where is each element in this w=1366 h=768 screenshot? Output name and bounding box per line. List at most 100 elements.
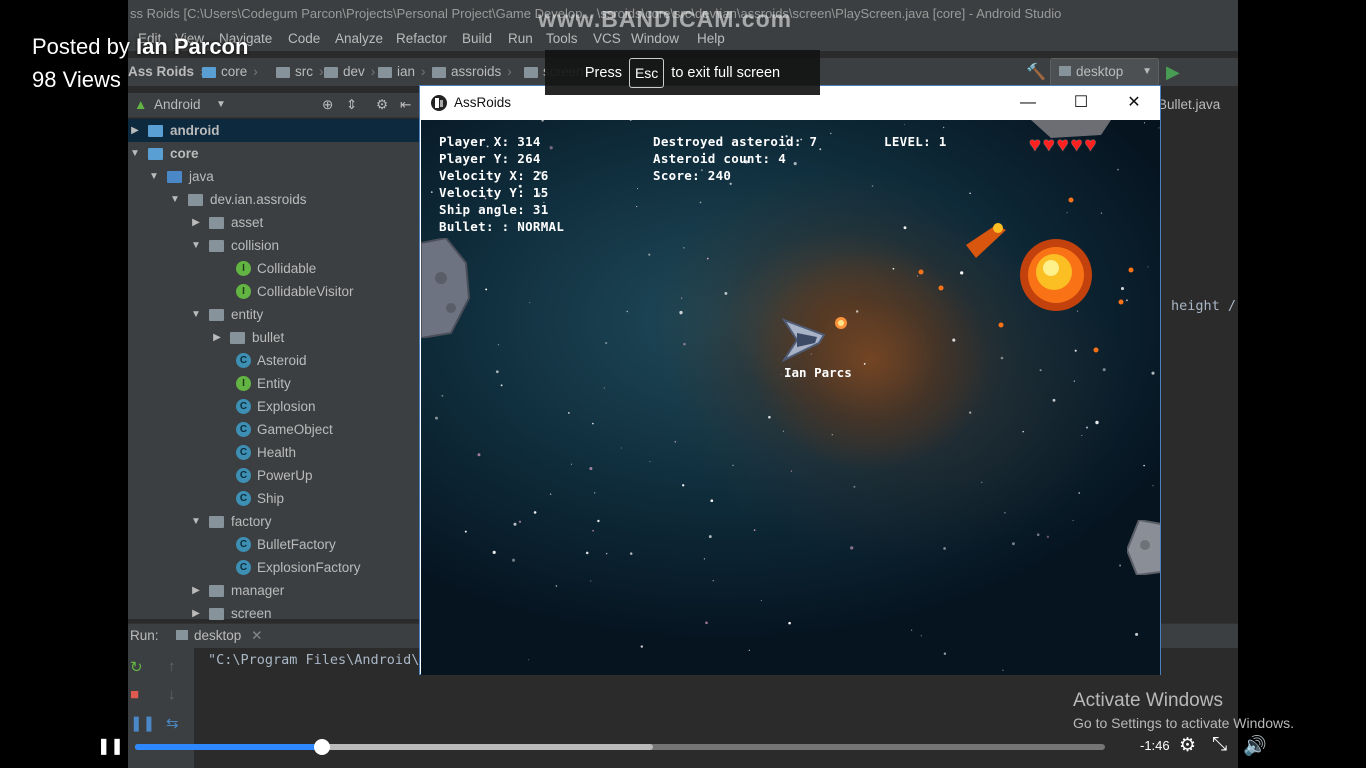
star bbox=[1102, 368, 1106, 372]
package-folder-icon bbox=[188, 193, 203, 206]
run-config-label: desktop bbox=[1076, 64, 1124, 79]
expanded-arrow-icon[interactable]: ▼ bbox=[189, 510, 203, 533]
collapsed-arrow-icon[interactable]: ▶ bbox=[128, 119, 142, 142]
game-canvas[interactable]: Player X: 314 Player Y: 264 Velocity X: … bbox=[421, 120, 1160, 675]
tree-item-core[interactable]: ▼ core bbox=[128, 142, 420, 165]
star bbox=[1095, 420, 1099, 425]
run-play-icon[interactable]: ▶ bbox=[1166, 62, 1180, 83]
tree-item-android[interactable]: ▶ android bbox=[128, 119, 420, 142]
menu-refactor[interactable]: Refactor bbox=[396, 27, 447, 51]
star bbox=[942, 126, 945, 129]
star bbox=[597, 519, 600, 523]
star bbox=[603, 387, 605, 389]
expanded-arrow-icon[interactable]: ▼ bbox=[168, 188, 182, 211]
expanded-arrow-icon[interactable]: ▼ bbox=[128, 142, 142, 165]
star bbox=[712, 580, 714, 582]
run-tab-desktop[interactable]: desktop ✕ bbox=[176, 624, 262, 648]
menu-code[interactable]: Code bbox=[288, 27, 320, 51]
volume-icon[interactable]: 🔊 bbox=[1243, 734, 1267, 758]
package-folder-icon bbox=[230, 331, 245, 344]
hud-velocity-y: Velocity Y: 15 bbox=[439, 185, 549, 200]
minimize-button[interactable]: — bbox=[1005, 86, 1051, 119]
posted-by: Posted by Ian Parcon bbox=[32, 34, 248, 60]
breadcrumb-assroids[interactable]: assroids › bbox=[432, 58, 512, 86]
target-icon[interactable]: ⊕ bbox=[322, 93, 333, 117]
close-icon[interactable]: ✕ bbox=[251, 628, 262, 643]
tree-item-label: dev.ian.assroids bbox=[210, 192, 307, 207]
hud-level: LEVEL: 1 bbox=[884, 134, 947, 149]
seek-bar[interactable] bbox=[135, 739, 1105, 755]
rerun-icon[interactable]: ↻ bbox=[130, 658, 143, 676]
star bbox=[629, 552, 633, 555]
star bbox=[863, 363, 866, 365]
gear-icon[interactable]: ⚙ bbox=[1179, 734, 1196, 757]
star bbox=[708, 535, 712, 539]
star bbox=[568, 412, 570, 414]
close-button[interactable]: ✕ bbox=[1111, 86, 1157, 119]
breadcrumb-dev[interactable]: dev › bbox=[324, 58, 375, 86]
star bbox=[497, 344, 500, 346]
menu-build[interactable]: Build bbox=[462, 27, 492, 51]
ember bbox=[1093, 347, 1099, 353]
expanded-arrow-icon[interactable]: ▼ bbox=[147, 165, 161, 188]
breadcrumb-core[interactable]: core › bbox=[202, 58, 258, 86]
folder-icon bbox=[524, 66, 538, 78]
project-view-label[interactable]: Android bbox=[154, 93, 201, 117]
tree-item-label: CollidableVisitor bbox=[257, 284, 354, 299]
folder-icon bbox=[202, 66, 216, 78]
fullscreen-tip-rest: to exit full screen bbox=[671, 64, 781, 81]
tree-item-java[interactable]: ▼ java bbox=[128, 165, 439, 188]
down-arrow-icon[interactable]: ↓ bbox=[168, 686, 176, 703]
separator-icon: › bbox=[421, 64, 426, 79]
chevron-down-icon[interactable]: ▼ bbox=[216, 93, 226, 117]
star bbox=[518, 520, 522, 523]
up-arrow-icon[interactable]: ↑ bbox=[168, 658, 176, 675]
class-icon: C bbox=[236, 491, 251, 506]
tree-item-dev-ian-assroids[interactable]: ▼ dev.ian.assroids bbox=[128, 188, 460, 211]
build-hammer-icon[interactable]: 🔨 bbox=[1026, 62, 1046, 82]
menu-run[interactable]: Run bbox=[508, 27, 533, 51]
star bbox=[969, 192, 971, 194]
star bbox=[592, 422, 594, 425]
star bbox=[1158, 127, 1160, 129]
breadcrumb-ass-roids[interactable]: Ass Roids› bbox=[128, 58, 205, 86]
collapsed-arrow-icon[interactable]: ▶ bbox=[189, 602, 203, 625]
menu-analyze[interactable]: Analyze bbox=[335, 27, 383, 51]
star bbox=[500, 384, 503, 387]
breadcrumb-ian[interactable]: ian › bbox=[378, 58, 426, 86]
star bbox=[640, 645, 643, 648]
collapse-icon[interactable]: ⇕ bbox=[346, 93, 357, 117]
tree-item-label: BulletFactory bbox=[257, 537, 336, 552]
collapsed-arrow-icon[interactable]: ▶ bbox=[210, 326, 224, 349]
collapsed-arrow-icon[interactable]: ▶ bbox=[189, 579, 203, 602]
ember bbox=[998, 322, 1004, 328]
star bbox=[1125, 299, 1128, 302]
expanded-arrow-icon[interactable]: ▼ bbox=[189, 303, 203, 326]
fullscreen-tip-press: Press bbox=[584, 64, 622, 81]
tree-item-label: factory bbox=[231, 514, 272, 529]
expanded-arrow-icon[interactable]: ▼ bbox=[189, 234, 203, 257]
tree-item-label: Asteroid bbox=[257, 353, 307, 368]
interface-icon: I bbox=[236, 261, 251, 276]
seek-handle[interactable] bbox=[314, 739, 331, 755]
maximize-button[interactable]: ☐ bbox=[1058, 86, 1104, 119]
pause-button[interactable]: ❚❚ bbox=[97, 736, 124, 756]
gear-icon[interactable]: ⚙ bbox=[376, 93, 388, 117]
breadcrumb-label: ian bbox=[397, 64, 416, 79]
hide-panel-icon[interactable]: ⇤ bbox=[400, 93, 411, 117]
run-config-select[interactable]: desktop ▼ bbox=[1050, 58, 1159, 86]
star bbox=[819, 148, 822, 151]
tree-item-label: core bbox=[170, 146, 199, 161]
hud-destroyed: Destroyed asteroid: 7 bbox=[653, 134, 818, 149]
stop-icon[interactable]: ■ bbox=[130, 686, 139, 703]
star bbox=[780, 374, 782, 375]
star bbox=[682, 484, 685, 487]
source-folder-icon bbox=[167, 170, 182, 183]
author-name[interactable]: Ian Parcon bbox=[136, 34, 248, 59]
collapsed-arrow-icon[interactable]: ▶ bbox=[189, 211, 203, 234]
editor-tab-bullet[interactable]: Bullet.java bbox=[1158, 93, 1238, 117]
star bbox=[585, 551, 589, 555]
breadcrumb-src[interactable]: src › bbox=[276, 58, 324, 86]
exit-fullscreen-icon[interactable]: ⤡ bbox=[1212, 734, 1227, 756]
hud-ship-angle: Ship angle: 31 bbox=[439, 202, 549, 217]
